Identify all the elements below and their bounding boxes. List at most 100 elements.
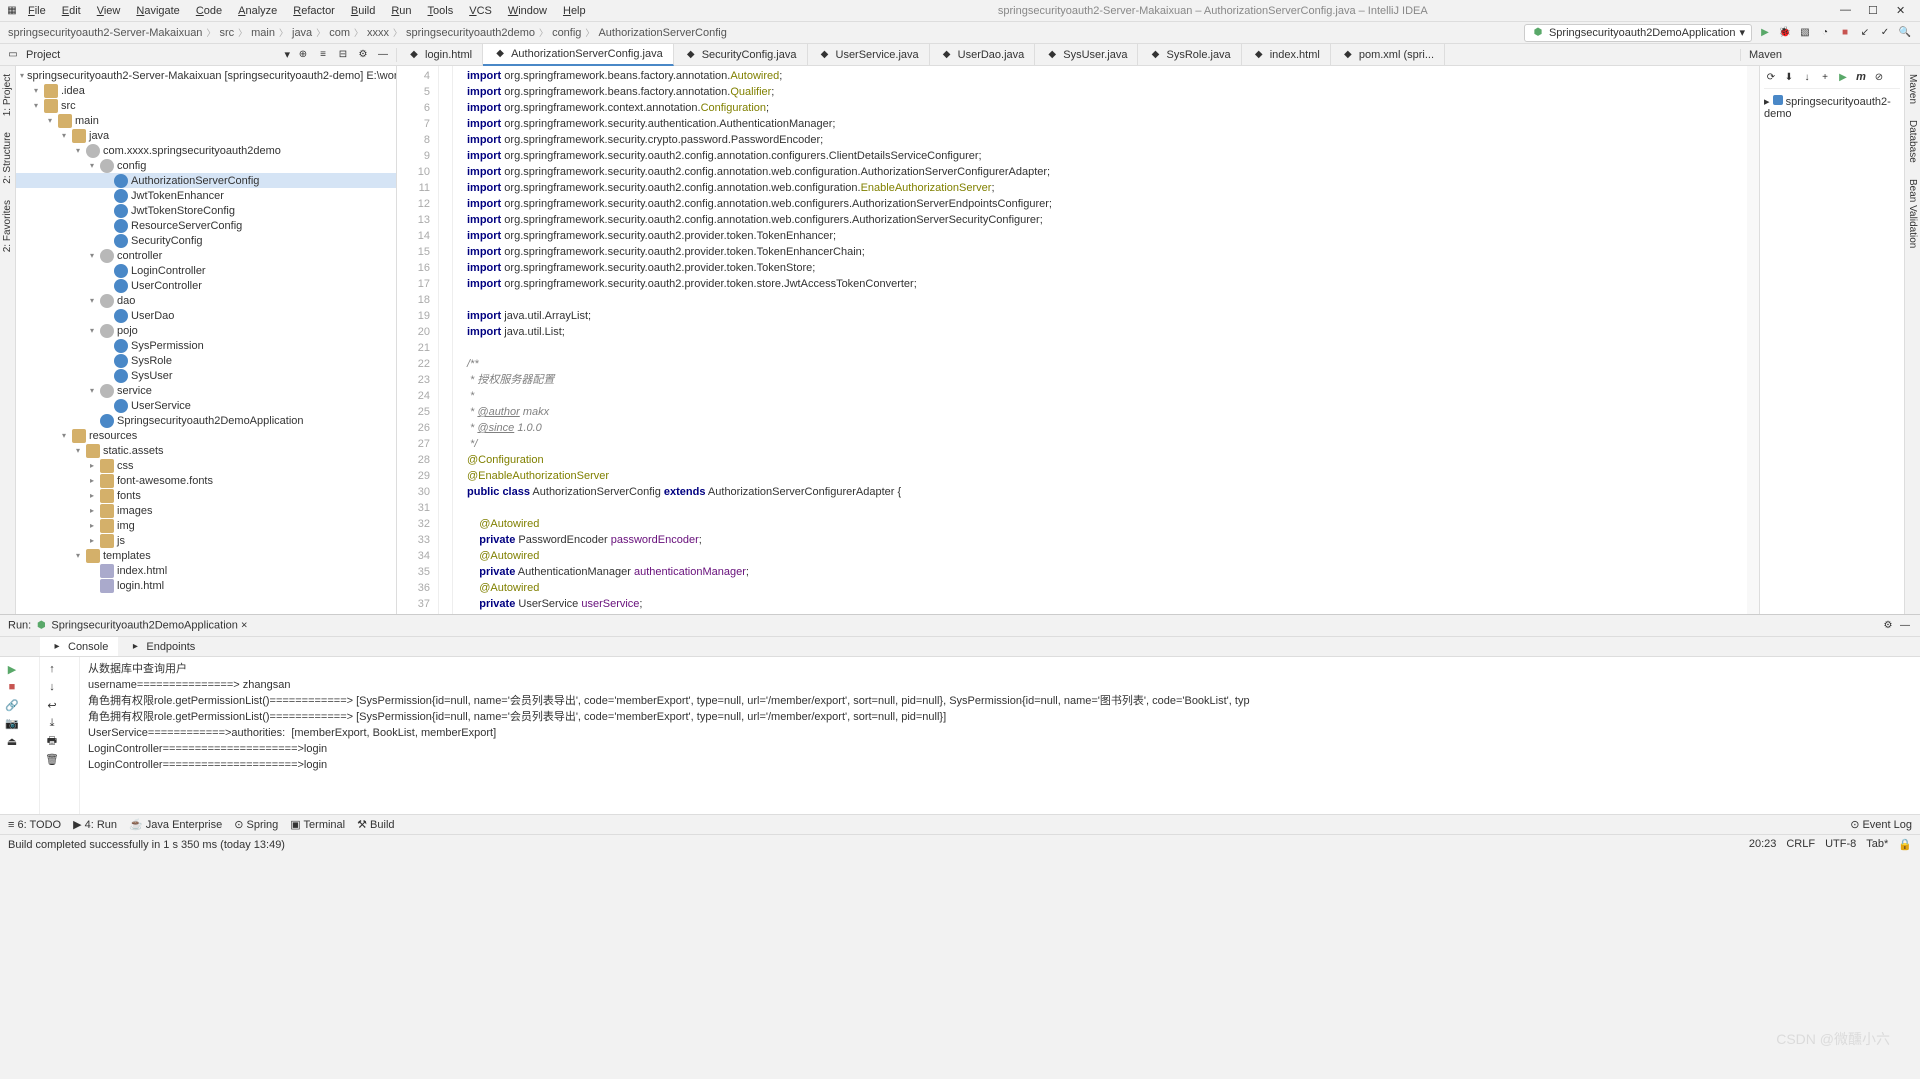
tree-node[interactable]: ▾controller	[16, 248, 396, 263]
run-settings-icon[interactable]: ⚙	[1881, 619, 1895, 633]
vcs-update-button[interactable]: ↙	[1858, 26, 1872, 40]
menu-code[interactable]: Code	[188, 5, 230, 17]
maven-root[interactable]: springsecurityoauth2-demo	[1764, 96, 1891, 120]
breadcrumb-item[interactable]: src	[219, 27, 234, 39]
reimport-icon[interactable]: ⟳	[1764, 70, 1778, 84]
menu-view[interactable]: View	[89, 5, 129, 17]
run-maven-icon[interactable]: ▶	[1836, 70, 1850, 84]
caret-position[interactable]: 20:23	[1749, 838, 1777, 851]
down-icon[interactable]: ↓	[44, 679, 60, 695]
scroll-end-icon[interactable]: ⤓	[44, 715, 60, 731]
tree-node[interactable]: LoginController	[16, 263, 396, 278]
menu-navigate[interactable]: Navigate	[128, 5, 187, 17]
tree-node[interactable]: ▾templates	[16, 548, 396, 563]
bottom-tool-button[interactable]: ⚒ Build	[357, 818, 394, 831]
breadcrumb-item[interactable]: springsecurityoauth2demo	[406, 27, 535, 39]
file-encoding[interactable]: UTF-8	[1825, 838, 1856, 851]
vcs-commit-button[interactable]: ✓	[1878, 26, 1892, 40]
tree-node[interactable]: ▾resources	[16, 428, 396, 443]
maximize-button[interactable]: ☐	[1860, 4, 1880, 17]
attach-icon[interactable]: 🔗	[4, 697, 20, 713]
up-icon[interactable]: ↑	[44, 661, 60, 677]
rerun-icon[interactable]: ▶	[4, 661, 20, 677]
tree-node[interactable]: ▾dao	[16, 293, 396, 308]
menu-build[interactable]: Build	[343, 5, 383, 17]
tree-node[interactable]: ▾src	[16, 98, 396, 113]
tree-node[interactable]: AuthorizationServerConfig	[16, 173, 396, 188]
editor-tab[interactable]: ◆pom.xml (spri...	[1331, 44, 1445, 66]
tool-stripe-button[interactable]: 1: Project	[0, 66, 15, 124]
toggle-offline-icon[interactable]: ⊘	[1872, 70, 1886, 84]
tree-node[interactable]: UserDao	[16, 308, 396, 323]
tree-node[interactable]: index.html	[16, 563, 396, 578]
breadcrumb-item[interactable]: java	[292, 27, 312, 39]
tree-node[interactable]: ▾service	[16, 383, 396, 398]
maven-panel[interactable]: ⟳ ⬇ ↓ + ▶ m ⊘ ▸ springsecurityoauth2-dem…	[1759, 66, 1904, 614]
editor-tab[interactable]: ◆UserDao.java	[930, 44, 1036, 66]
tree-node[interactable]: JwtTokenEnhancer	[16, 188, 396, 203]
tree-node[interactable]: JwtTokenStoreConfig	[16, 203, 396, 218]
breadcrumb-item[interactable]: config	[552, 27, 581, 39]
tree-node[interactable]: ▸img	[16, 518, 396, 533]
select-opened-file-icon[interactable]: ⊕	[296, 48, 310, 62]
breadcrumb-item[interactable]: xxxx	[367, 27, 389, 39]
project-label[interactable]: Project	[26, 49, 278, 61]
run-button[interactable]: ▶	[1758, 26, 1772, 40]
editor-tab[interactable]: ◆SysUser.java	[1035, 44, 1138, 66]
editor-tab[interactable]: ◆UserService.java	[808, 44, 930, 66]
add-icon[interactable]: +	[1818, 70, 1832, 84]
soft-wrap-icon[interactable]: ↩	[44, 697, 60, 713]
menu-run[interactable]: Run	[383, 5, 419, 17]
settings-icon[interactable]: ⚙	[356, 48, 370, 62]
tree-node[interactable]: Springsecurityoauth2DemoApplication	[16, 413, 396, 428]
run-tab-console[interactable]: ▸Console	[40, 637, 118, 656]
breadcrumb-item[interactable]: com	[329, 27, 350, 39]
download-icon[interactable]: ↓	[1800, 70, 1814, 84]
debug-button[interactable]: 🐞	[1778, 26, 1792, 40]
print-icon[interactable]: 🖶	[44, 733, 60, 749]
tree-node[interactable]: ▾pojo	[16, 323, 396, 338]
readonly-icon[interactable]: 🔒	[1898, 838, 1912, 851]
execute-icon[interactable]: m	[1854, 70, 1868, 84]
menu-file[interactable]: File	[20, 5, 54, 17]
exit-icon[interactable]: ⏏	[4, 733, 20, 749]
bottom-tool-button[interactable]: ≡ 6: TODO	[8, 819, 61, 831]
breadcrumb-item[interactable]: AuthorizationServerConfig	[598, 27, 726, 39]
tree-node[interactable]: SysRole	[16, 353, 396, 368]
menu-analyze[interactable]: Analyze	[230, 5, 285, 17]
indent[interactable]: Tab*	[1866, 838, 1888, 851]
tree-node[interactable]: ▾java	[16, 128, 396, 143]
menu-tools[interactable]: Tools	[420, 5, 462, 17]
dump-icon[interactable]: 📷	[4, 715, 20, 731]
overview-ruler[interactable]	[1747, 66, 1759, 614]
close-run-tab[interactable]: ×	[241, 619, 247, 631]
tree-node[interactable]: ▸font-awesome.fonts	[16, 473, 396, 488]
tool-stripe-button[interactable]: Bean Validation	[1905, 171, 1920, 256]
tree-node[interactable]: ▸fonts	[16, 488, 396, 503]
tree-node[interactable]: ▸images	[16, 503, 396, 518]
run-config-selector[interactable]: ⬢ Springsecurityoauth2DemoApplication ▾	[1524, 24, 1752, 42]
tree-node[interactable]: ResourceServerConfig	[16, 218, 396, 233]
editor-tab[interactable]: ◆AuthorizationServerConfig.java	[483, 44, 674, 66]
tree-node[interactable]: SysUser	[16, 368, 396, 383]
breadcrumb-item[interactable]: main	[251, 27, 275, 39]
tree-node[interactable]: ▾.idea	[16, 83, 396, 98]
menu-help[interactable]: Help	[555, 5, 594, 17]
bottom-tool-button[interactable]: ▣ Terminal	[290, 818, 345, 831]
editor-tab[interactable]: ◆SecurityConfig.java	[674, 44, 808, 66]
console-output[interactable]: 从数据库中查询用户username===============> zhangs…	[80, 657, 1920, 814]
minimize-button[interactable]: —	[1832, 4, 1852, 17]
tree-node[interactable]: ▾static.assets	[16, 443, 396, 458]
editor-tab[interactable]: ◆index.html	[1242, 44, 1331, 66]
event-log-button[interactable]: ⊙ Event Log	[1850, 818, 1912, 831]
stop-icon[interactable]: ■	[4, 679, 20, 695]
editor-tab[interactable]: ◆SysRole.java	[1138, 44, 1241, 66]
bottom-tool-button[interactable]: ⊙ Spring	[234, 818, 278, 831]
hide-run-icon[interactable]: —	[1898, 619, 1912, 633]
close-button[interactable]: ✕	[1888, 4, 1908, 17]
bottom-tool-button[interactable]: ☕ Java Enterprise	[129, 818, 222, 831]
tree-node[interactable]: UserService	[16, 398, 396, 413]
tree-node[interactable]: SysPermission	[16, 338, 396, 353]
menu-refactor[interactable]: Refactor	[285, 5, 343, 17]
tree-node[interactable]: login.html	[16, 578, 396, 593]
